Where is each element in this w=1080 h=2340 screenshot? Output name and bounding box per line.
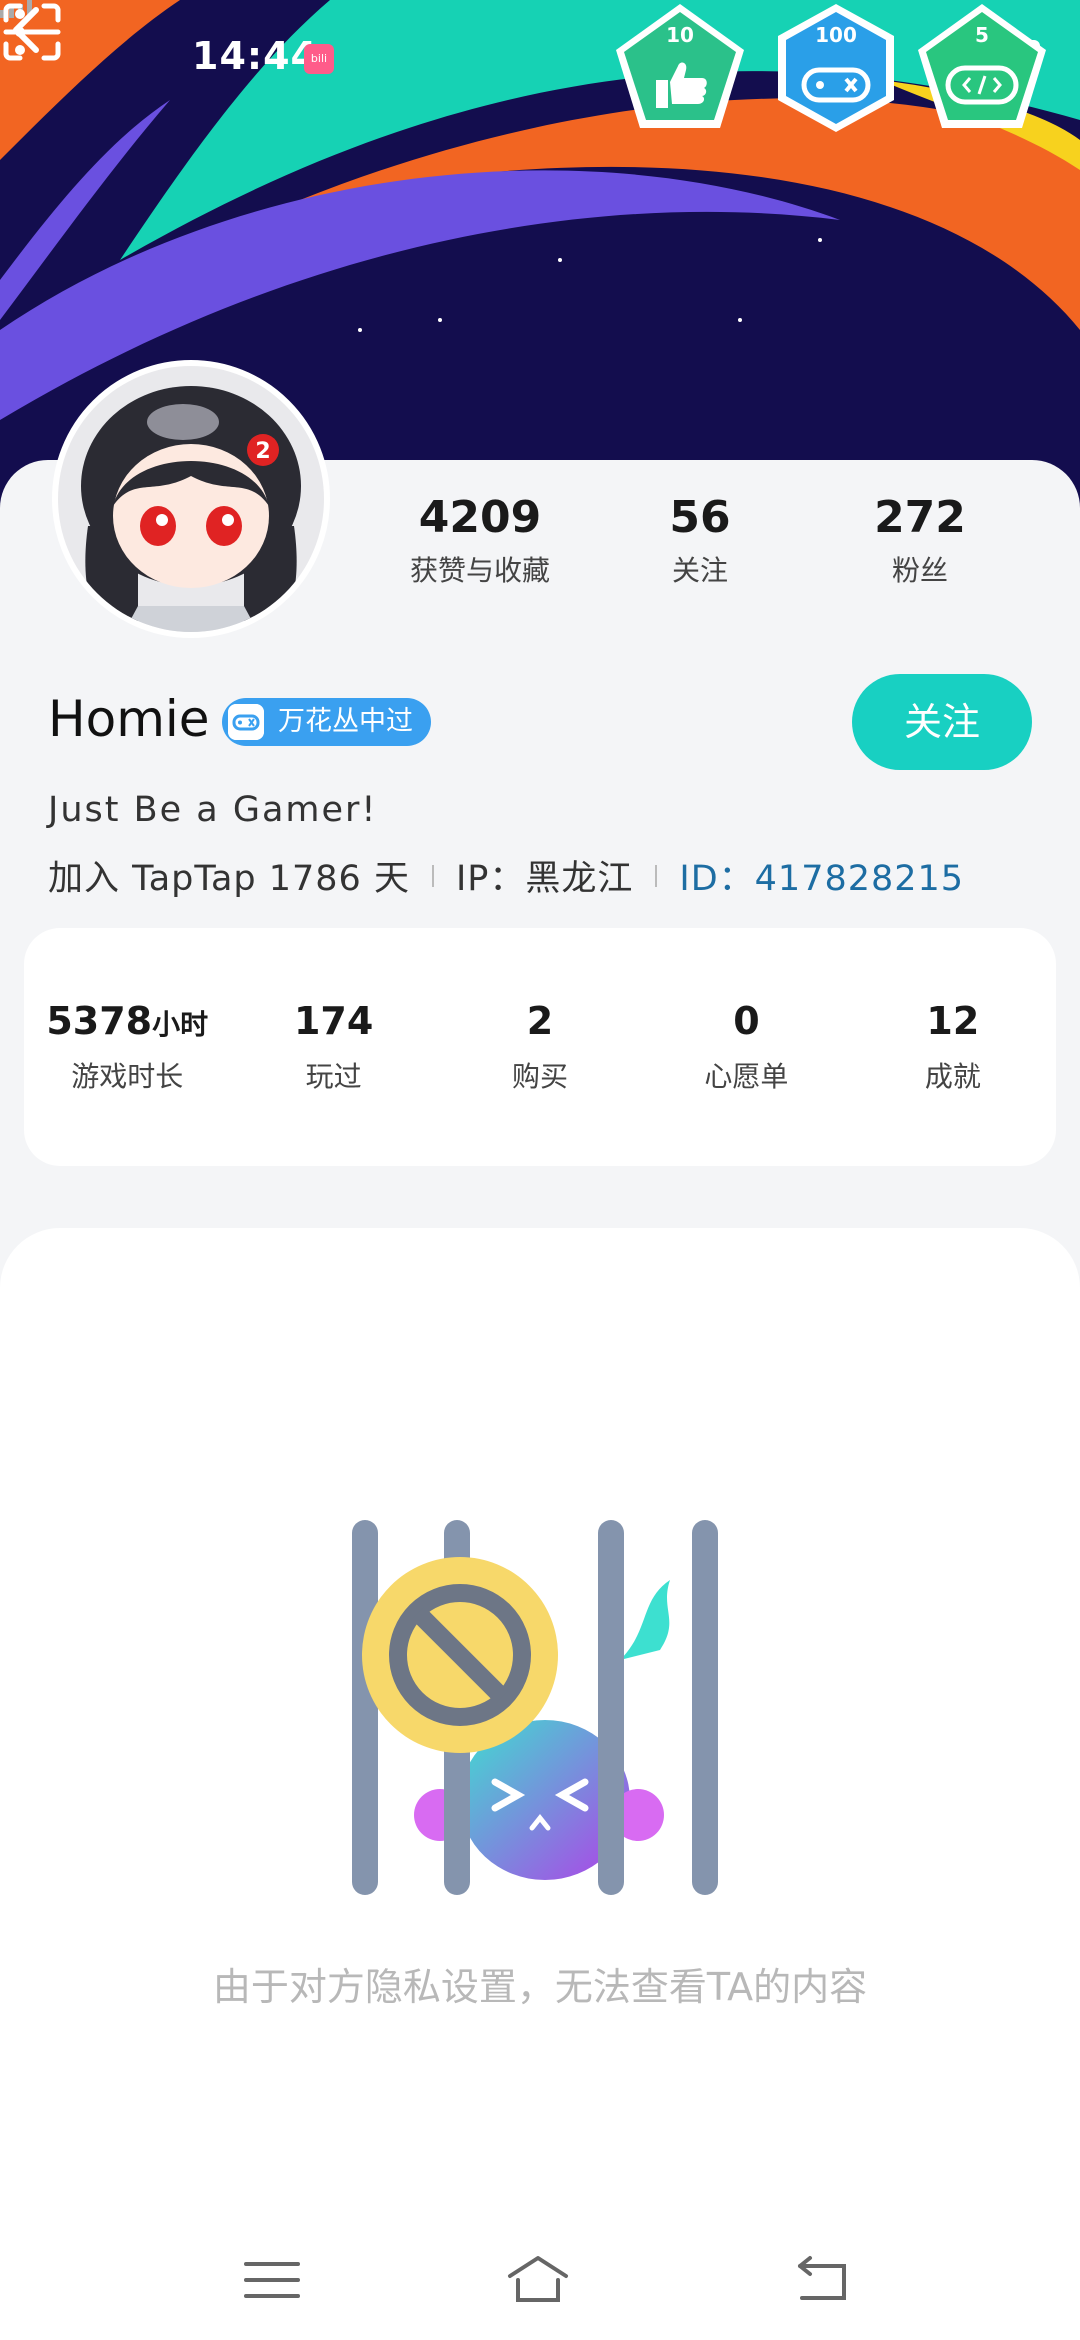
stat-label: 购买 [512, 1060, 569, 1093]
stat-unit: 小时 [152, 1008, 209, 1041]
stat-value: 12 [926, 999, 980, 1043]
game-stat-wishlist[interactable]: 0 心愿单 [643, 999, 849, 1095]
privacy-message: 由于对方隐私设置，无法查看TA的内容 [212, 1965, 868, 2009]
privacy-lock-illustration [352, 1520, 718, 1895]
stat-label: 获赞与收藏 [409, 554, 550, 587]
stat-label: 成就 [924, 1060, 981, 1093]
tag-label: 万花丛中过 [278, 706, 413, 737]
stat-value: 5378 [46, 999, 153, 1043]
divider [431, 864, 434, 887]
stat-label: 玩过 [305, 1060, 362, 1093]
user-meta: 加入 TapTap 1786 天 IP：黑龙江 ID：417828215 [48, 850, 964, 901]
back-nav-icon[interactable] [792, 2250, 856, 2310]
user-bio: Just Be a Gamer! [48, 790, 378, 830]
bilibili-icon: bili [304, 44, 334, 74]
badge-thumbs-up[interactable]: 10 [612, 0, 748, 136]
stat-value: 174 [293, 999, 374, 1043]
user-title-tag[interactable]: 万花丛中过 [222, 698, 431, 746]
stat-label: 心愿单 [704, 1060, 789, 1093]
home-icon[interactable] [506, 2250, 570, 2310]
stat-value: 56 [669, 492, 731, 543]
game-stat-played[interactable]: 174 玩过 [230, 999, 436, 1095]
stat-label: 关注 [671, 554, 728, 587]
badge-number: 100 [815, 23, 857, 47]
follow-button[interactable]: 关注 [852, 674, 1032, 770]
stat-likes[interactable]: 4209 获赞与收藏 [370, 492, 590, 589]
divider [655, 864, 658, 887]
badge-code-gamepad[interactable]: 5 [914, 0, 1050, 136]
badge-number: 10 [666, 23, 694, 47]
ip-location: IP：黑龙江 [455, 859, 634, 899]
gamepad-icon [228, 704, 264, 740]
stat-followers[interactable]: 272 粉丝 [810, 492, 1030, 589]
svg-text:2: 2 [255, 439, 270, 464]
game-stat-purchased[interactable]: 2 购买 [437, 999, 643, 1095]
joined-days: 加入 TapTap 1786 天 [48, 859, 410, 899]
avatar[interactable]: 2 [52, 360, 330, 638]
stat-value: 272 [874, 492, 966, 543]
profile-stats: 4209 获赞与收藏 56 关注 272 粉丝 [370, 492, 1030, 589]
stat-value: 4209 [418, 492, 542, 543]
user-id[interactable]: ID：417828215 [679, 850, 964, 901]
stat-label: 游戏时长 [71, 1060, 184, 1093]
game-stat-achievements[interactable]: 12 成就 [850, 999, 1056, 1095]
more-icon[interactable] [0, 0, 40, 64]
stat-following[interactable]: 56 关注 [590, 492, 810, 589]
game-stats-card: 5378小时 游戏时长 174 玩过 2 购买 0 心愿单 12 成就 [24, 928, 1056, 1166]
system-nav-bar [0, 2220, 1080, 2340]
user-name: Homie [48, 690, 210, 748]
menu-icon[interactable] [240, 2250, 304, 2310]
badge-gamepad[interactable]: 100 [768, 0, 904, 136]
stat-value: 0 [733, 999, 760, 1043]
stat-value: 2 [526, 999, 554, 1043]
avatar-image: 2 [58, 366, 324, 632]
status-time: 14:44 [192, 34, 318, 78]
game-stat-playtime[interactable]: 5378小时 游戏时长 [24, 999, 230, 1095]
badge-number: 5 [975, 23, 989, 47]
stat-label: 粉丝 [891, 554, 948, 587]
